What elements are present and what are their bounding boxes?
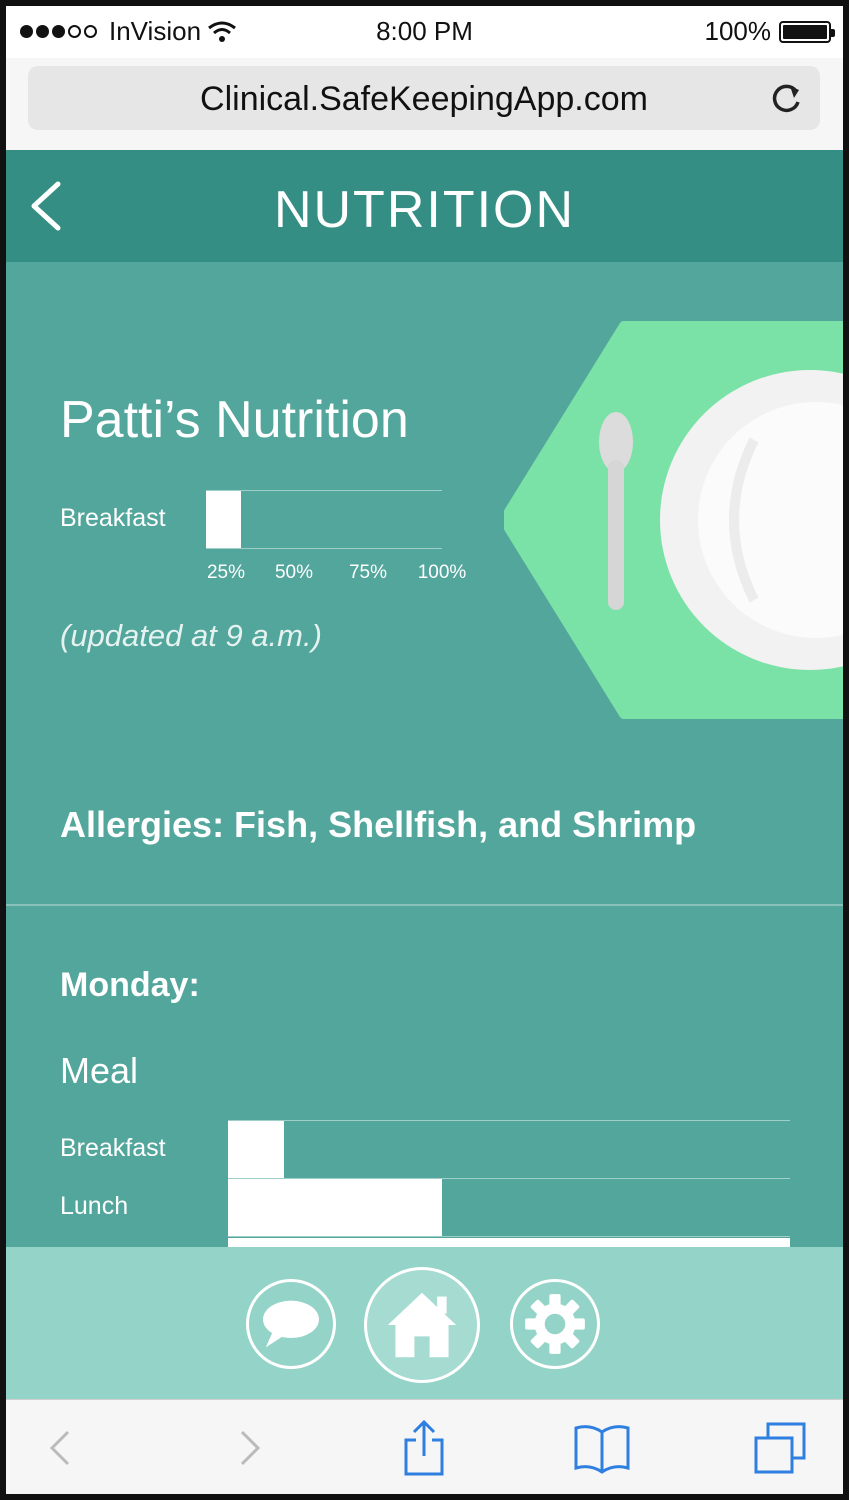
tabs-icon bbox=[754, 1422, 806, 1474]
reload-icon[interactable] bbox=[766, 78, 806, 118]
tick-label: 25% bbox=[206, 562, 246, 583]
share-icon bbox=[404, 1419, 444, 1476]
nutrition-content: Patti’s Nutrition Breakfast 25% 50% 75% … bbox=[6, 262, 843, 1247]
back-arrow-icon bbox=[49, 1430, 70, 1466]
battery-group: 100% bbox=[704, 16, 835, 47]
forward-arrow-icon bbox=[240, 1430, 261, 1466]
tick-label: 50% bbox=[274, 562, 314, 583]
status-bar: InVision 8:00 PM 100% bbox=[6, 6, 843, 58]
chat-bubble-icon bbox=[263, 1300, 319, 1348]
summary-chart-gridline bbox=[206, 548, 442, 549]
share-button[interactable] bbox=[394, 1418, 454, 1478]
summary-chart-gridline bbox=[206, 490, 442, 491]
home-button[interactable] bbox=[364, 1267, 480, 1383]
bottom-navigation bbox=[6, 1247, 843, 1399]
bookmarks-icon bbox=[574, 1425, 630, 1474]
summary-breakfast-label: Breakfast bbox=[60, 504, 166, 532]
patient-nutrition-title: Patti’s Nutrition bbox=[60, 391, 409, 449]
tabs-button[interactable] bbox=[750, 1418, 810, 1478]
bookmarks-button[interactable] bbox=[572, 1418, 632, 1478]
tick-label: 75% bbox=[348, 562, 388, 583]
meal-bar-breakfast bbox=[228, 1121, 284, 1178]
day-label: Monday: bbox=[60, 966, 200, 1004]
plate-illustration bbox=[504, 321, 843, 719]
allergies-text: Allergies: Fish, Shellfish, and Shrimp bbox=[60, 804, 697, 845]
browser-address-area: Clinical.SafeKeepingApp.com bbox=[6, 58, 843, 150]
section-divider bbox=[6, 904, 843, 906]
device-frame: InVision 8:00 PM 100% Clinical.SafeKeepi… bbox=[0, 0, 849, 1500]
summary-breakfast-bar bbox=[206, 491, 241, 548]
app-header: NUTRITION bbox=[6, 150, 843, 262]
address-bar[interactable]: Clinical.SafeKeepingApp.com bbox=[28, 66, 820, 130]
tick-label: 100% bbox=[417, 562, 467, 583]
meal-row-label: Breakfast bbox=[60, 1134, 166, 1162]
browser-toolbar bbox=[6, 1399, 843, 1494]
meal-bar-dinner bbox=[228, 1238, 790, 1247]
home-icon bbox=[387, 1292, 457, 1358]
messages-button[interactable] bbox=[246, 1279, 336, 1369]
browser-back-button[interactable] bbox=[32, 1418, 92, 1478]
meal-column-header: Meal bbox=[60, 1050, 139, 1091]
meal-gridline bbox=[228, 1120, 790, 1121]
page-title: NUTRITION bbox=[273, 181, 576, 239]
meal-gridline bbox=[228, 1236, 790, 1237]
updated-timestamp: (updated at 9 a.m.) bbox=[60, 618, 322, 653]
meal-row-label: Lunch bbox=[60, 1192, 129, 1220]
battery-percent: 100% bbox=[704, 16, 772, 46]
gear-icon bbox=[525, 1294, 585, 1354]
url-text[interactable]: Clinical.SafeKeepingApp.com bbox=[28, 80, 820, 119]
battery-icon bbox=[779, 20, 835, 43]
browser-forward-button[interactable] bbox=[218, 1418, 278, 1478]
settings-button[interactable] bbox=[510, 1279, 600, 1369]
meal-bar-lunch bbox=[228, 1179, 442, 1236]
